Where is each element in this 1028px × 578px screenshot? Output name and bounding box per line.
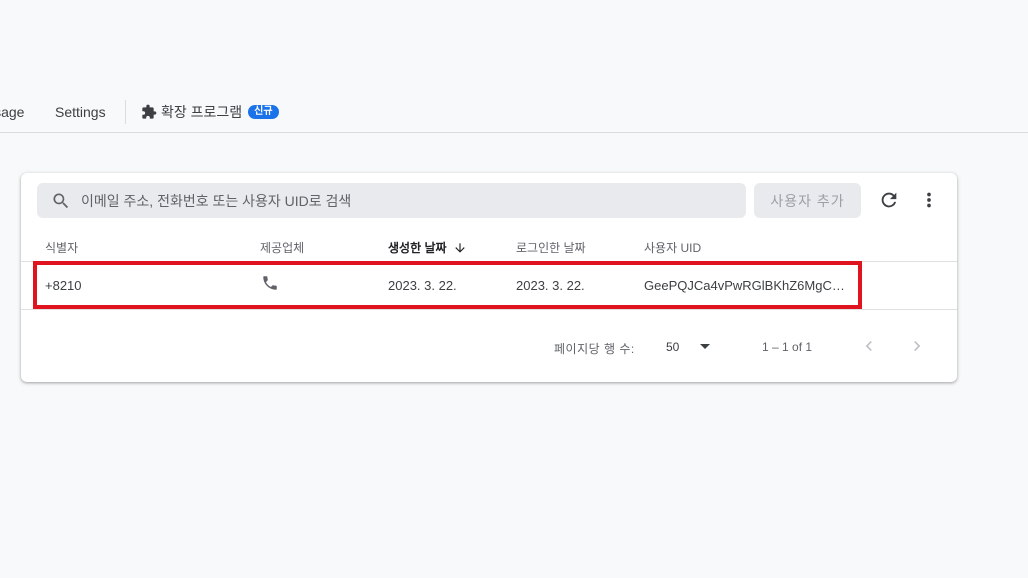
page-range: 1 – 1 of 1 bbox=[762, 340, 813, 354]
users-card: 사용자 추가 식별자 제공업체 생성한 날짜 로그인한 날짜 사용자 UID +… bbox=[21, 173, 957, 382]
column-created-label: 생성한 날짜 bbox=[388, 241, 447, 255]
chevron-right-icon[interactable] bbox=[907, 336, 927, 356]
tab-bar: Usage Settings 확장 프로그램 신규 bbox=[0, 92, 1028, 133]
more-vert-icon[interactable] bbox=[917, 188, 941, 212]
rows-per-page-label: 페이지당 행 수: bbox=[554, 342, 635, 356]
rows-per-page-select[interactable]: 50 bbox=[666, 340, 711, 354]
rows-per-page-value: 50 bbox=[666, 340, 680, 354]
tab-settings[interactable]: Settings bbox=[55, 103, 106, 121]
highlight-box bbox=[33, 261, 862, 309]
search-bar[interactable] bbox=[37, 183, 746, 218]
column-uid[interactable]: 사용자 UID bbox=[644, 239, 701, 256]
arrow-down-icon bbox=[454, 242, 465, 253]
add-user-button[interactable]: 사용자 추가 bbox=[754, 183, 861, 218]
dropdown-arrow-icon bbox=[700, 344, 711, 349]
column-provider[interactable]: 제공업체 bbox=[260, 239, 304, 256]
tab-divider bbox=[125, 100, 126, 124]
table-header: 식별자 제공업체 생성한 날짜 로그인한 날짜 사용자 UID bbox=[21, 233, 957, 262]
pagination: 페이지당 행 수: 50 1 – 1 of 1 bbox=[21, 310, 957, 382]
column-signed-in[interactable]: 로그인한 날짜 bbox=[516, 239, 586, 256]
tab-extensions-label: 확장 프로그램 bbox=[161, 104, 243, 120]
puzzle-icon bbox=[141, 104, 157, 120]
column-identifier[interactable]: 식별자 bbox=[45, 239, 78, 256]
refresh-icon[interactable] bbox=[877, 188, 901, 212]
column-created[interactable]: 생성한 날짜 bbox=[388, 239, 467, 256]
new-badge: 신규 bbox=[248, 105, 279, 119]
tab-extensions[interactable]: 확장 프로그램 신규 bbox=[141, 103, 279, 121]
search-icon bbox=[51, 191, 71, 211]
search-input[interactable] bbox=[81, 183, 731, 218]
chevron-left-icon[interactable] bbox=[859, 336, 879, 356]
tab-usage[interactable]: Usage bbox=[0, 103, 24, 121]
